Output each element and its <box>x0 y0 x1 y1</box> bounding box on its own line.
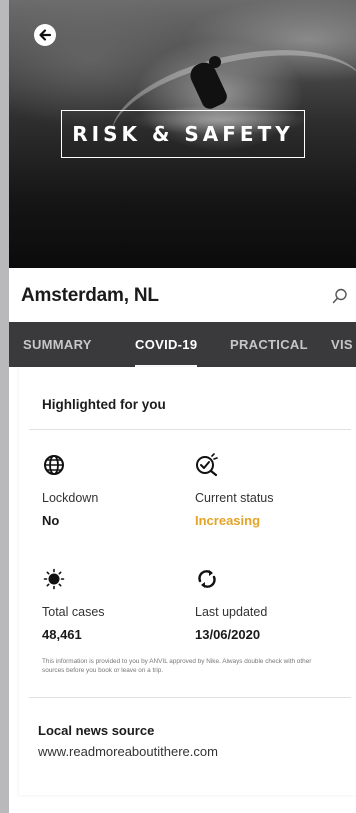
stat-current-status: Current status Increasing <box>195 453 274 528</box>
divider <box>29 429 351 430</box>
divider <box>29 697 351 698</box>
covid-content: Highlighted for you Lockdown No Current … <box>9 367 356 813</box>
stat-label: Current status <box>195 491 274 505</box>
stat-label: Lockdown <box>42 491 99 505</box>
hero-title-frame: RISK & SAFETY <box>61 110 305 158</box>
stat-value: 48,461 <box>42 627 82 642</box>
stat-value: Increasing <box>195 513 261 528</box>
highlights-heading: Highlighted for you <box>42 397 166 412</box>
virus-icon <box>43 568 65 590</box>
tab-summary[interactable]: SUMMARY <box>23 322 92 367</box>
tab-bar: SUMMARY COVID-19 PRACTICAL VIS <box>9 322 356 367</box>
stat-label: Last updated <box>195 605 268 619</box>
stat-last-updated: Last updated 13/06/2020 <box>195 567 267 642</box>
tab-vis[interactable]: VIS <box>331 322 353 367</box>
refresh-icon <box>198 570 216 588</box>
back-button[interactable] <box>34 24 56 46</box>
arrow-left-icon <box>39 29 52 41</box>
stat-value: 13/06/2020 <box>195 627 261 642</box>
disclaimer-text: This information is provided to you by A… <box>42 658 312 675</box>
stat-label: Total cases <box>42 605 105 619</box>
city-name: Amsterdam, NL <box>21 285 159 306</box>
location-header: Amsterdam, NL <box>9 268 356 322</box>
hero-banner: RISK & SAFETY <box>9 0 356 268</box>
news-source-link[interactable]: www.readmoreaboutithere.com <box>38 744 218 759</box>
globe-icon <box>44 455 64 475</box>
status-check-icon <box>196 453 218 477</box>
stat-lockdown: Lockdown No <box>42 453 98 528</box>
hero-title: RISK & SAFETY <box>72 122 294 146</box>
tab-covid-19[interactable]: COVID-19 <box>135 322 198 367</box>
search-icon <box>332 288 347 304</box>
tab-practical[interactable]: PRACTICAL <box>230 322 308 367</box>
stat-value: No <box>42 513 60 528</box>
app-screen: RISK & SAFETY Amsterdam, NL SUMMARY COVI… <box>9 0 356 813</box>
search-button[interactable] <box>331 287 349 305</box>
news-heading: Local news source <box>38 723 155 738</box>
stat-total-cases: Total cases 48,461 <box>42 567 105 642</box>
